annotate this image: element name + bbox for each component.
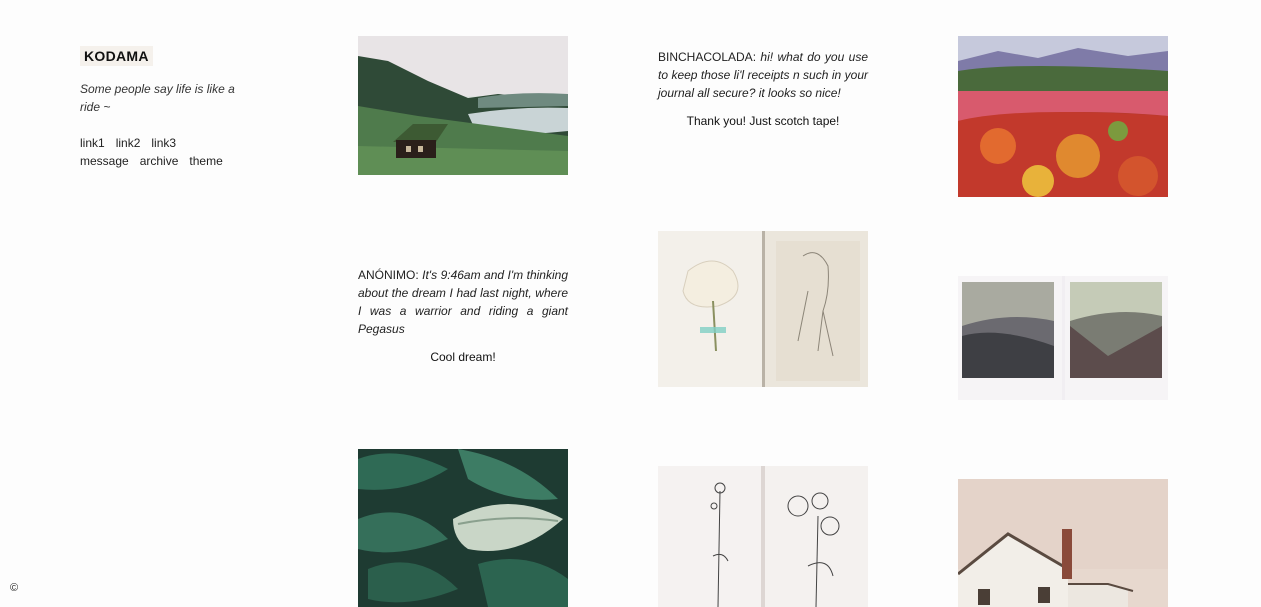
nav-message[interactable]: message <box>80 154 129 168</box>
nav-links-row-1: link1 link2 link3 <box>80 134 250 152</box>
blog-title[interactable]: KODAMA <box>80 46 153 66</box>
blog-description: Some people say life is like a ride ~ <box>80 82 235 114</box>
photo-post-painting[interactable] <box>958 36 1168 197</box>
ask-post-2: ANÓNIMO: It's 9:46am and I'm thinking ab… <box>358 266 568 364</box>
photo-post-leaves[interactable] <box>358 449 568 607</box>
nav-link-2[interactable]: link2 <box>116 136 141 150</box>
leaves-photo-icon <box>358 449 568 607</box>
ask-post-1: BINCHACOLADA: hi! what do you use to kee… <box>658 48 868 128</box>
copyright-symbol: © <box>10 582 19 594</box>
polaroid-photo-icon <box>958 276 1168 400</box>
nav-archive[interactable]: archive <box>140 154 179 168</box>
drawing-photo-icon <box>658 466 868 607</box>
nav-links-row-2: message archive theme <box>80 152 250 170</box>
photo-post-journal[interactable] <box>658 231 868 387</box>
ask-answer: Thank you! Just scotch tape! <box>686 114 840 128</box>
photo-post-house[interactable] <box>958 479 1168 607</box>
asker-name[interactable]: BINCHACOLADA: <box>658 50 756 64</box>
ask-question: ANÓNIMO: It's 9:46am and I'm thinking ab… <box>358 266 568 338</box>
asker-name[interactable]: ANÓNIMO: <box>358 268 419 282</box>
journal-photo-icon <box>658 231 868 387</box>
photo-post-cabin[interactable] <box>358 36 568 175</box>
house-photo-icon <box>958 479 1168 607</box>
ask-answer: Cool dream! <box>430 350 496 364</box>
blog-sidebar: KODAMA Some people say life is like a ri… <box>80 46 250 170</box>
painting-photo-icon <box>958 36 1168 197</box>
nav-link-3[interactable]: link3 <box>151 136 176 150</box>
nav-theme[interactable]: theme <box>189 154 222 168</box>
ask-question: BINCHACOLADA: hi! what do you use to kee… <box>658 48 868 102</box>
landscape-photo-icon <box>358 36 568 175</box>
photo-post-polaroids[interactable] <box>958 276 1168 400</box>
photo-post-drawings[interactable] <box>658 466 868 607</box>
nav-link-1[interactable]: link1 <box>80 136 105 150</box>
